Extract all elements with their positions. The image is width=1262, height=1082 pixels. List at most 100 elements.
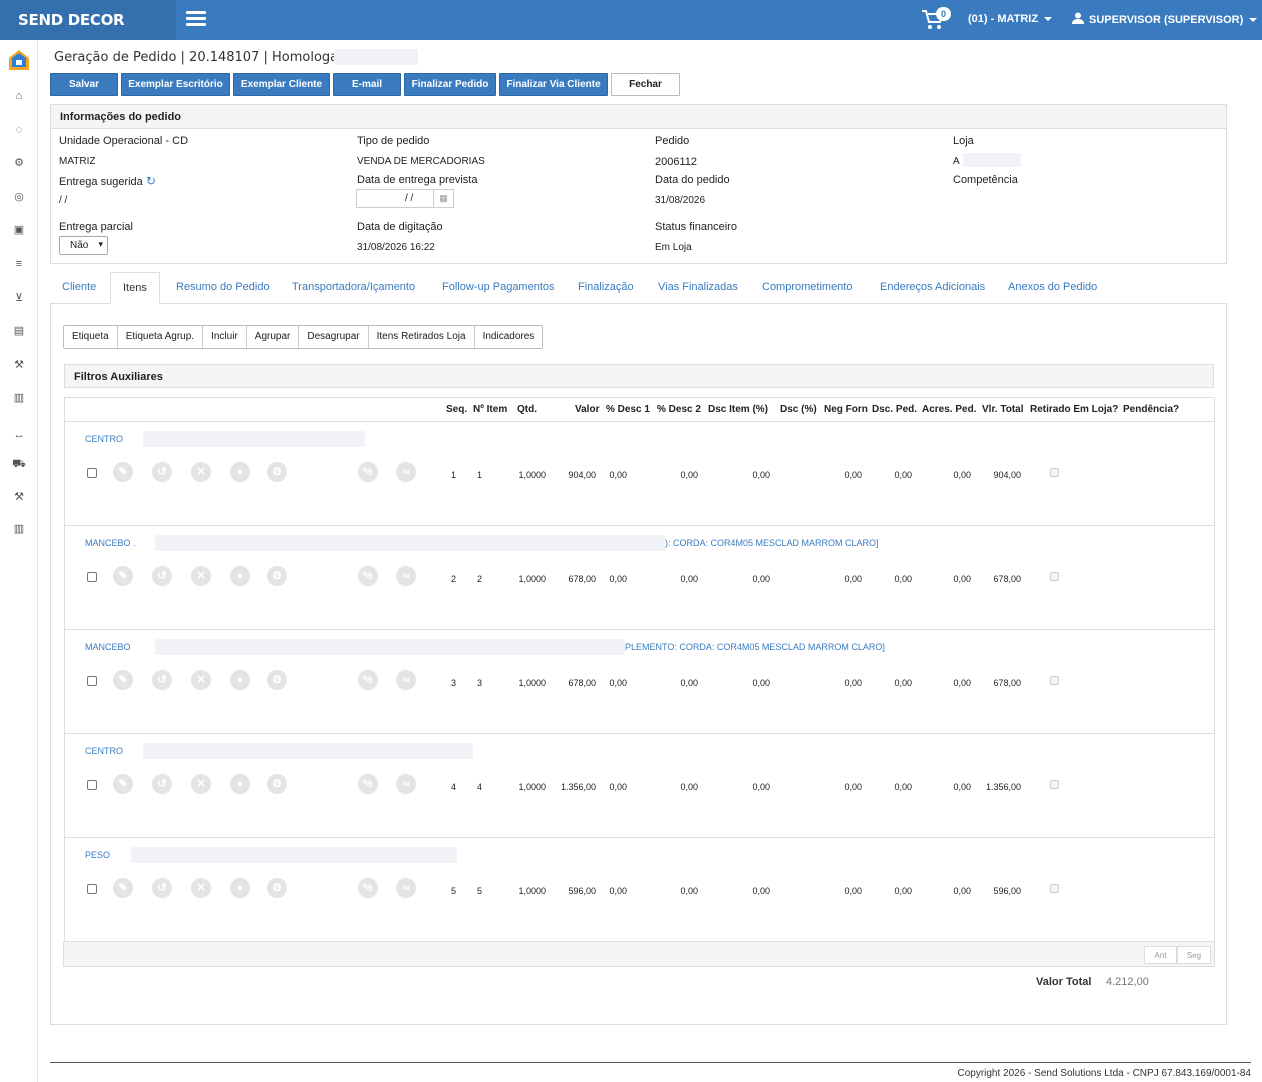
- sliders-icon[interactable]: ≡: [12, 258, 26, 270]
- discount-icon[interactable]: %: [358, 462, 378, 482]
- link-icon[interactable]: ∞: [396, 462, 416, 482]
- history-icon[interactable]: ↺: [152, 566, 172, 586]
- row-checkbox[interactable]: [87, 676, 97, 686]
- indicators-button[interactable]: Indicadores: [475, 326, 543, 348]
- client-copy-button[interactable]: Exemplar Cliente: [233, 73, 330, 96]
- link-icon[interactable]: ∞: [396, 774, 416, 794]
- bar-chart-icon[interactable]: ▥: [12, 392, 26, 404]
- group-button[interactable]: Agrupar: [247, 326, 300, 348]
- remove-icon[interactable]: ✕: [191, 462, 211, 482]
- prev-page-button[interactable]: Ant: [1144, 946, 1177, 964]
- tag-icon[interactable]: ●: [230, 774, 250, 794]
- ruler-icon[interactable]: ↔: [12, 429, 26, 441]
- edit-icon[interactable]: ✎: [113, 774, 133, 794]
- item-description[interactable]: CENTRO: [85, 746, 123, 756]
- tab-anexos[interactable]: Anexos do Pedido: [1008, 281, 1097, 293]
- wrench-icon[interactable]: ⚒: [12, 359, 26, 371]
- discount-icon[interactable]: %: [358, 774, 378, 794]
- finalize-client-button[interactable]: Finalizar Via Cliente: [499, 73, 608, 96]
- refresh-icon[interactable]: ↻: [146, 174, 156, 188]
- unit-selector[interactable]: (01) - MATRIZ: [968, 13, 1053, 25]
- image-icon[interactable]: ▤: [12, 325, 26, 337]
- money-icon[interactable]: ▣: [12, 224, 26, 236]
- home-icon[interactable]: ⌂: [12, 90, 26, 102]
- include-button[interactable]: Incluir: [203, 326, 247, 348]
- ungroup-button[interactable]: Desagrupar: [299, 326, 369, 348]
- tab-enderecos[interactable]: Endereços Adicionais: [880, 281, 985, 293]
- next-page-button[interactable]: Seg: [1177, 946, 1211, 964]
- row-checkbox[interactable]: [87, 780, 97, 790]
- link-icon[interactable]: ∞: [396, 670, 416, 690]
- truck-icon[interactable]: ⛟: [12, 458, 26, 470]
- edit-icon[interactable]: ✎: [113, 566, 133, 586]
- user-menu[interactable]: SUPERVISOR (SUPERVISOR): [1072, 12, 1258, 26]
- history-icon[interactable]: ↺: [152, 774, 172, 794]
- history-icon[interactable]: ↺: [152, 670, 172, 690]
- target-icon[interactable]: ◎: [12, 191, 26, 203]
- partial-delivery-select[interactable]: Não ▾: [59, 236, 108, 255]
- wrench-icon[interactable]: ⚒: [12, 491, 26, 503]
- store-pickup-checkbox[interactable]: [1050, 780, 1059, 789]
- link-icon[interactable]: ∞: [396, 878, 416, 898]
- bar-chart-icon[interactable]: ▥: [12, 523, 26, 535]
- calendar-icon[interactable]: ▦: [433, 190, 453, 207]
- remove-icon[interactable]: ✕: [191, 774, 211, 794]
- row-checkbox[interactable]: [87, 884, 97, 894]
- gears-icon[interactable]: ⚙: [12, 157, 26, 169]
- group-label-button[interactable]: Etiqueta Agrup.: [118, 326, 204, 348]
- settings-icon[interactable]: ⚙: [267, 462, 287, 482]
- store-pickup-checkbox[interactable]: [1050, 884, 1059, 893]
- tab-transportadora[interactable]: Transportadora/Içamento: [292, 281, 415, 293]
- home-logo-icon[interactable]: [8, 49, 30, 71]
- remove-icon[interactable]: ✕: [191, 878, 211, 898]
- spinner-icon[interactable]: ◌: [12, 124, 26, 136]
- row-checkbox[interactable]: [87, 468, 97, 478]
- save-button[interactable]: Salvar: [50, 73, 118, 96]
- close-button[interactable]: Fechar: [611, 73, 680, 96]
- settings-icon[interactable]: ⚙: [267, 878, 287, 898]
- store-pickup-checkbox[interactable]: [1050, 572, 1059, 581]
- remove-icon[interactable]: ✕: [191, 670, 211, 690]
- cart-icon[interactable]: ⊻: [12, 292, 26, 304]
- aux-filters-header[interactable]: Filtros Auxiliares: [64, 364, 1214, 388]
- tag-icon[interactable]: ●: [230, 878, 250, 898]
- tab-vias-finalizadas[interactable]: Vias Finalizadas: [658, 281, 738, 293]
- item-description[interactable]: MANCEBO .: [85, 538, 136, 548]
- settings-icon[interactable]: ⚙: [267, 670, 287, 690]
- store-pickup-items-button[interactable]: Itens Retirados Loja: [369, 326, 475, 348]
- tab-itens[interactable]: Itens: [110, 272, 160, 304]
- item-description[interactable]: MANCEBO: [85, 642, 131, 652]
- item-description[interactable]: PESO: [85, 850, 110, 860]
- item-description[interactable]: CENTRO: [85, 434, 123, 444]
- row-checkbox[interactable]: [87, 572, 97, 582]
- history-icon[interactable]: ↺: [152, 462, 172, 482]
- tag-icon[interactable]: ●: [230, 462, 250, 482]
- discount-icon[interactable]: %: [358, 878, 378, 898]
- settings-icon[interactable]: ⚙: [267, 774, 287, 794]
- tag-icon[interactable]: ●: [230, 566, 250, 586]
- finalize-order-button[interactable]: Finalizar Pedido: [404, 73, 496, 96]
- history-icon[interactable]: ↺: [152, 878, 172, 898]
- brand-logo[interactable]: SEND DECOR: [0, 0, 176, 40]
- tab-finalizacao[interactable]: Finalização: [578, 281, 634, 293]
- expected-delivery-input[interactable]: / / ▦: [356, 189, 454, 208]
- remove-icon[interactable]: ✕: [191, 566, 211, 586]
- edit-icon[interactable]: ✎: [113, 462, 133, 482]
- tab-follow-up[interactable]: Follow-up Pagamentos: [442, 281, 555, 293]
- link-icon[interactable]: ∞: [396, 566, 416, 586]
- tab-comprometimento[interactable]: Comprometimento: [762, 281, 852, 293]
- tab-resumo[interactable]: Resumo do Pedido: [176, 281, 270, 293]
- tab-cliente[interactable]: Cliente: [62, 281, 96, 293]
- edit-icon[interactable]: ✎: [113, 670, 133, 690]
- discount-icon[interactable]: %: [358, 566, 378, 586]
- label-button[interactable]: Etiqueta: [64, 326, 118, 348]
- store-pickup-checkbox[interactable]: [1050, 676, 1059, 685]
- settings-icon[interactable]: ⚙: [267, 566, 287, 586]
- tag-icon[interactable]: ●: [230, 670, 250, 690]
- edit-icon[interactable]: ✎: [113, 878, 133, 898]
- email-button[interactable]: E-mail: [333, 73, 401, 96]
- discount-icon[interactable]: %: [358, 670, 378, 690]
- office-copy-button[interactable]: Exemplar Escritório: [121, 73, 230, 96]
- store-pickup-checkbox[interactable]: [1050, 468, 1059, 477]
- menu-toggle-icon[interactable]: [186, 11, 206, 29]
